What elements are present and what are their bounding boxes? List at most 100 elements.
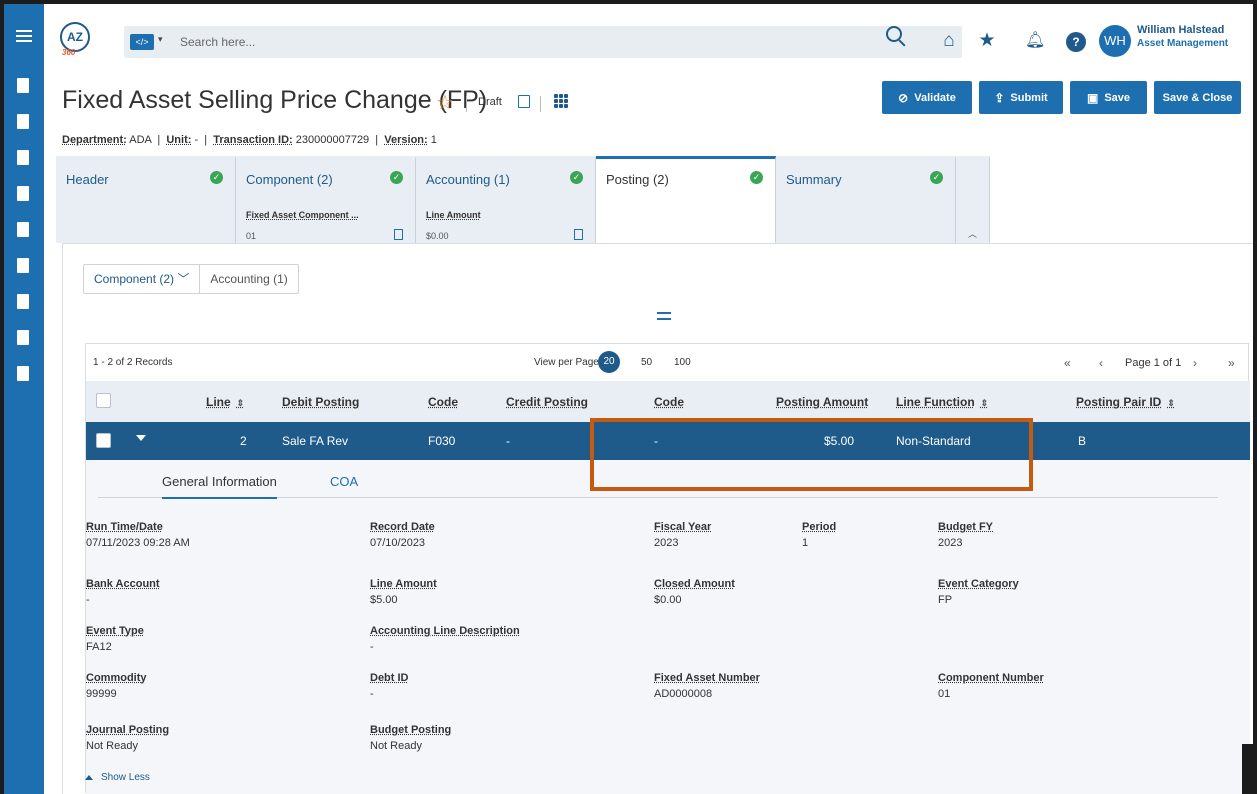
user-name: William Halstead	[1137, 24, 1225, 36]
search-doc-icon[interactable]	[14, 76, 32, 94]
edit-doc-icon[interactable]	[14, 328, 32, 346]
top-bar: AZ 360 </> ▾ Search here... ⌂ ★ 🔔︎ ? WH …	[44, 4, 1253, 78]
col-line-function[interactable]: Line Function ⇕	[896, 395, 988, 409]
page-title: Fixed Asset Selling Price Change (FP)	[62, 86, 488, 114]
ledger-icon[interactable]	[14, 112, 32, 130]
divider	[540, 96, 541, 112]
tab-coa[interactable]: COA	[330, 474, 358, 489]
field-value: $5.00	[370, 594, 398, 606]
col-line[interactable]: Line ⇕	[206, 395, 244, 409]
col-debit-posting[interactable]: Debit Posting	[282, 395, 359, 409]
home-icon[interactable]: ⌂	[939, 31, 959, 51]
field-value: FP	[938, 594, 953, 606]
chart-icon[interactable]	[14, 364, 32, 382]
avatar[interactable]: WH	[1099, 25, 1131, 57]
col-credit-code[interactable]: Code	[654, 395, 684, 409]
col-posting-pair-id[interactable]: Posting Pair ID ⇕	[1076, 395, 1175, 409]
prev-page-icon[interactable]: ‹	[1099, 356, 1103, 370]
page-size-20[interactable]: 20	[598, 351, 620, 373]
field-commodity: Commodity 99999	[86, 670, 147, 702]
version-value: 1	[430, 134, 437, 146]
col-label: Line	[206, 395, 231, 409]
field-label: Period	[802, 521, 837, 533]
field-label: Fiscal Year	[654, 521, 712, 533]
table-header: Line ⇕ Debit Posting Code Credit Posting …	[86, 381, 1250, 422]
tab-header[interactable]: Header ✓	[56, 156, 236, 243]
cell-posting-pair-id: B	[1078, 434, 1087, 448]
show-less-link[interactable]: Show Less	[85, 772, 150, 783]
sort-icon: ⇕	[980, 398, 989, 408]
menu-icon[interactable]	[4, 4, 44, 68]
col-debit-code[interactable]: Code	[428, 395, 458, 409]
breadcrumb-accounting[interactable]: Accounting (1)	[200, 265, 297, 293]
money-icon[interactable]	[14, 220, 32, 238]
col-posting-amount[interactable]: Posting Amount	[776, 395, 868, 409]
bell-icon[interactable]: 🔔︎	[1025, 31, 1045, 51]
department-value: ADA	[129, 134, 152, 146]
transaction-id: 230000007729	[295, 134, 370, 146]
page-size-100[interactable]: 100	[674, 357, 691, 368]
col-credit-posting[interactable]: Credit Posting	[506, 395, 588, 409]
last-page-icon[interactable]: »	[1228, 356, 1235, 370]
next-page-icon[interactable]: ›	[1193, 356, 1197, 370]
field-label: Debt ID	[370, 672, 409, 684]
tab-posting[interactable]: Posting (2) ✓	[596, 156, 776, 243]
help-icon[interactable]: ?	[1066, 32, 1086, 52]
field-accounting-line-description: Accounting Line Description -	[370, 623, 520, 655]
favorite-star-icon[interactable]: ☆	[436, 90, 454, 115]
star-icon[interactable]: ★	[977, 31, 997, 51]
tab-sub-value: $0.00	[426, 231, 449, 241]
select-all-checkbox[interactable]	[96, 393, 111, 408]
field-label: Line Amount	[370, 578, 437, 590]
notes-icon[interactable]	[574, 229, 583, 240]
tab-general-information[interactable]: General Information	[162, 474, 277, 499]
submit-icon: ⇪	[994, 90, 1005, 105]
check-icon: ✓	[210, 171, 223, 184]
notes-icon[interactable]	[394, 229, 403, 240]
field-run-time: Run Time/Date 07/11/2023 09:28 AM	[86, 519, 190, 551]
print-icon[interactable]	[14, 292, 32, 310]
tab-sub-label: Fixed Asset Component ...	[246, 210, 359, 220]
divider	[466, 96, 467, 112]
search-icon[interactable]	[886, 26, 908, 48]
chevron-up-icon: ︿	[968, 229, 978, 239]
code-icon[interactable]: </>	[130, 34, 154, 50]
validate-button[interactable]: ⊘ Validate	[882, 81, 972, 114]
document-icon[interactable]	[14, 148, 32, 166]
report-icon[interactable]	[14, 256, 32, 274]
expand-caret-icon[interactable]	[136, 435, 146, 441]
apps-grid-icon[interactable]	[554, 94, 568, 108]
global-search[interactable]: </> ▾ Search here...	[124, 26, 962, 58]
tab-component[interactable]: Component (2) ✓ Fixed Asset Component ..…	[236, 156, 416, 243]
search-input[interactable]: Search here...	[180, 35, 255, 49]
first-page-icon[interactable]: «	[1064, 356, 1071, 370]
notes-icon[interactable]	[518, 95, 530, 108]
save-button[interactable]: ▣ Save	[1070, 81, 1147, 114]
cell-line: 2	[240, 434, 247, 448]
tab-label: Header	[66, 172, 109, 187]
user-role: Asset Management	[1137, 38, 1229, 49]
notebook-icon[interactable]	[14, 184, 32, 202]
tab-accounting[interactable]: Accounting (1) ✓ Line Amount $0.00	[416, 156, 596, 243]
submit-button[interactable]: ⇪ Submit	[979, 81, 1063, 114]
posting-panel: Component (2) ﹀ Accounting (1) 1 - 2 of …	[62, 243, 1253, 794]
filter-icon[interactable]	[657, 312, 671, 320]
col-label: Line Function	[896, 395, 975, 409]
save-close-button[interactable]: Save & Close	[1154, 81, 1241, 114]
left-nav-rail	[4, 4, 44, 794]
tab-label: Accounting (1)	[426, 172, 510, 187]
row-checkbox[interactable]	[96, 433, 111, 448]
tab-summary[interactable]: Summary ✓	[776, 156, 956, 243]
chevron-down-icon[interactable]: ▾	[158, 34, 163, 45]
submit-label: Submit	[1010, 91, 1048, 104]
field-value: FA12	[86, 641, 112, 653]
breadcrumb-component[interactable]: Component (2) ﹀	[84, 265, 201, 293]
page-size-50[interactable]: 50	[641, 357, 652, 368]
logo-sub: 360	[62, 48, 76, 57]
collapse-tabs-button[interactable]: ︿	[956, 156, 990, 243]
transaction-meta: Department: ADA | Unit: - | Transaction …	[62, 134, 437, 146]
field-value: AD0000008	[654, 688, 713, 700]
user-info[interactable]: William Halstead Asset Management	[1137, 23, 1228, 51]
status-label: Draft	[478, 96, 502, 108]
sort-icon: ⇕	[236, 398, 245, 408]
